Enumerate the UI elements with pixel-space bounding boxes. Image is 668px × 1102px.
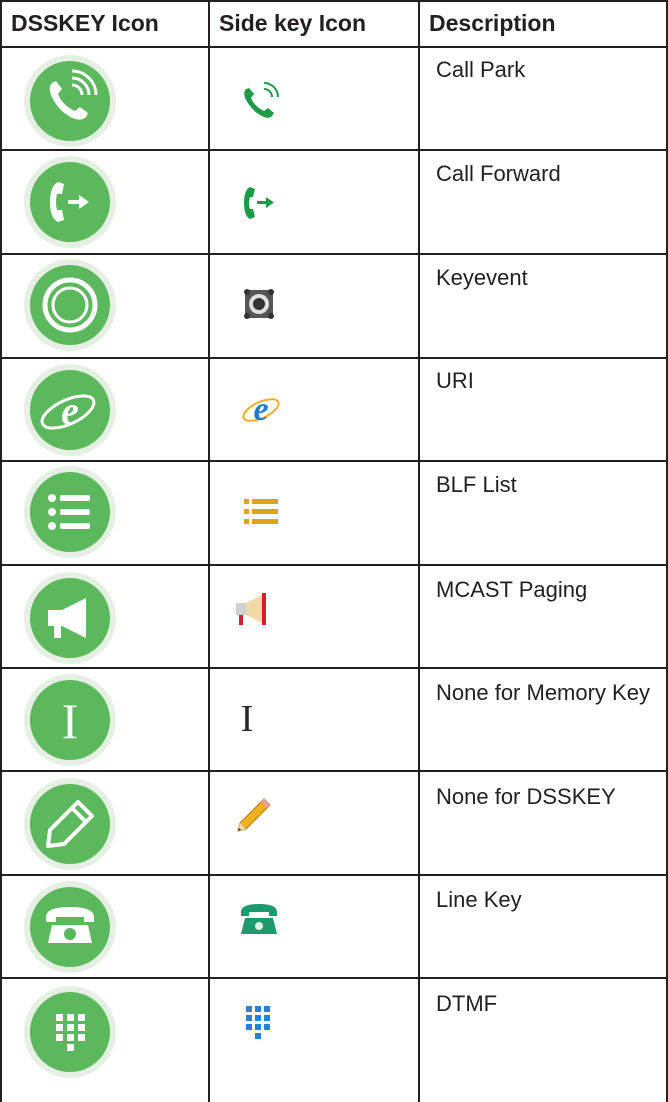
dialpad-icon bbox=[22, 984, 118, 1080]
header-side-key-icon: Side key Icon bbox=[219, 10, 367, 36]
description-cell: None for DSSKEY bbox=[436, 784, 616, 809]
svg-text:e: e bbox=[253, 391, 268, 428]
row-rule bbox=[0, 564, 668, 566]
header-dsskey-icon: DSSKEY Icon bbox=[11, 10, 159, 36]
description-cell: Line Key bbox=[436, 887, 522, 912]
row-rule bbox=[0, 460, 668, 462]
row-rule bbox=[0, 357, 668, 359]
call-park-icon bbox=[240, 79, 284, 123]
pencil-icon bbox=[230, 795, 274, 839]
call-park-icon bbox=[22, 53, 118, 149]
megaphone-icon bbox=[22, 570, 118, 666]
row-rule bbox=[0, 874, 668, 876]
keyevent-icon bbox=[22, 257, 118, 353]
desk-phone-icon bbox=[237, 898, 281, 942]
uri-browser-icon: e bbox=[22, 362, 118, 458]
row-rule bbox=[0, 770, 668, 772]
row-rule bbox=[0, 667, 668, 669]
svg-text:I: I bbox=[241, 698, 254, 740]
column-rule bbox=[0, 0, 2, 1102]
description-cell: Call Forward bbox=[436, 161, 561, 186]
row-rule bbox=[0, 977, 668, 979]
description-cell: DTMF bbox=[436, 991, 498, 1016]
pencil-icon bbox=[22, 776, 118, 872]
uri-browser-icon: e bbox=[239, 386, 283, 430]
desk-phone-icon bbox=[22, 879, 118, 975]
description-cell: MCAST Paging bbox=[436, 577, 588, 602]
call-forward-icon bbox=[238, 181, 282, 225]
description-cell: BLF List bbox=[436, 472, 517, 497]
dialpad-icon bbox=[236, 1002, 280, 1046]
svg-text:I: I bbox=[62, 693, 79, 749]
blf-list-icon bbox=[240, 491, 284, 535]
column-rule bbox=[208, 0, 210, 1102]
row-rule bbox=[0, 253, 668, 255]
text-cursor-icon: I bbox=[235, 693, 279, 740]
description-cell: None for Memory Key bbox=[436, 680, 650, 705]
column-rule bbox=[418, 0, 420, 1102]
description-cell: URI bbox=[436, 368, 474, 393]
dsskey-icon-table: DSSKEY Icon Side key Icon Description Ca… bbox=[0, 0, 668, 1102]
header-description: Description bbox=[429, 10, 556, 36]
call-forward-icon bbox=[22, 154, 118, 250]
description-cell: Keyevent bbox=[436, 265, 528, 290]
description-cell: Call Park bbox=[436, 57, 526, 82]
svg-text:e: e bbox=[61, 388, 79, 433]
text-cursor-icon: I bbox=[22, 672, 118, 768]
row-rule bbox=[0, 149, 668, 151]
blf-list-icon bbox=[22, 464, 118, 560]
megaphone-icon bbox=[232, 587, 276, 631]
keyevent-icon bbox=[237, 282, 281, 326]
